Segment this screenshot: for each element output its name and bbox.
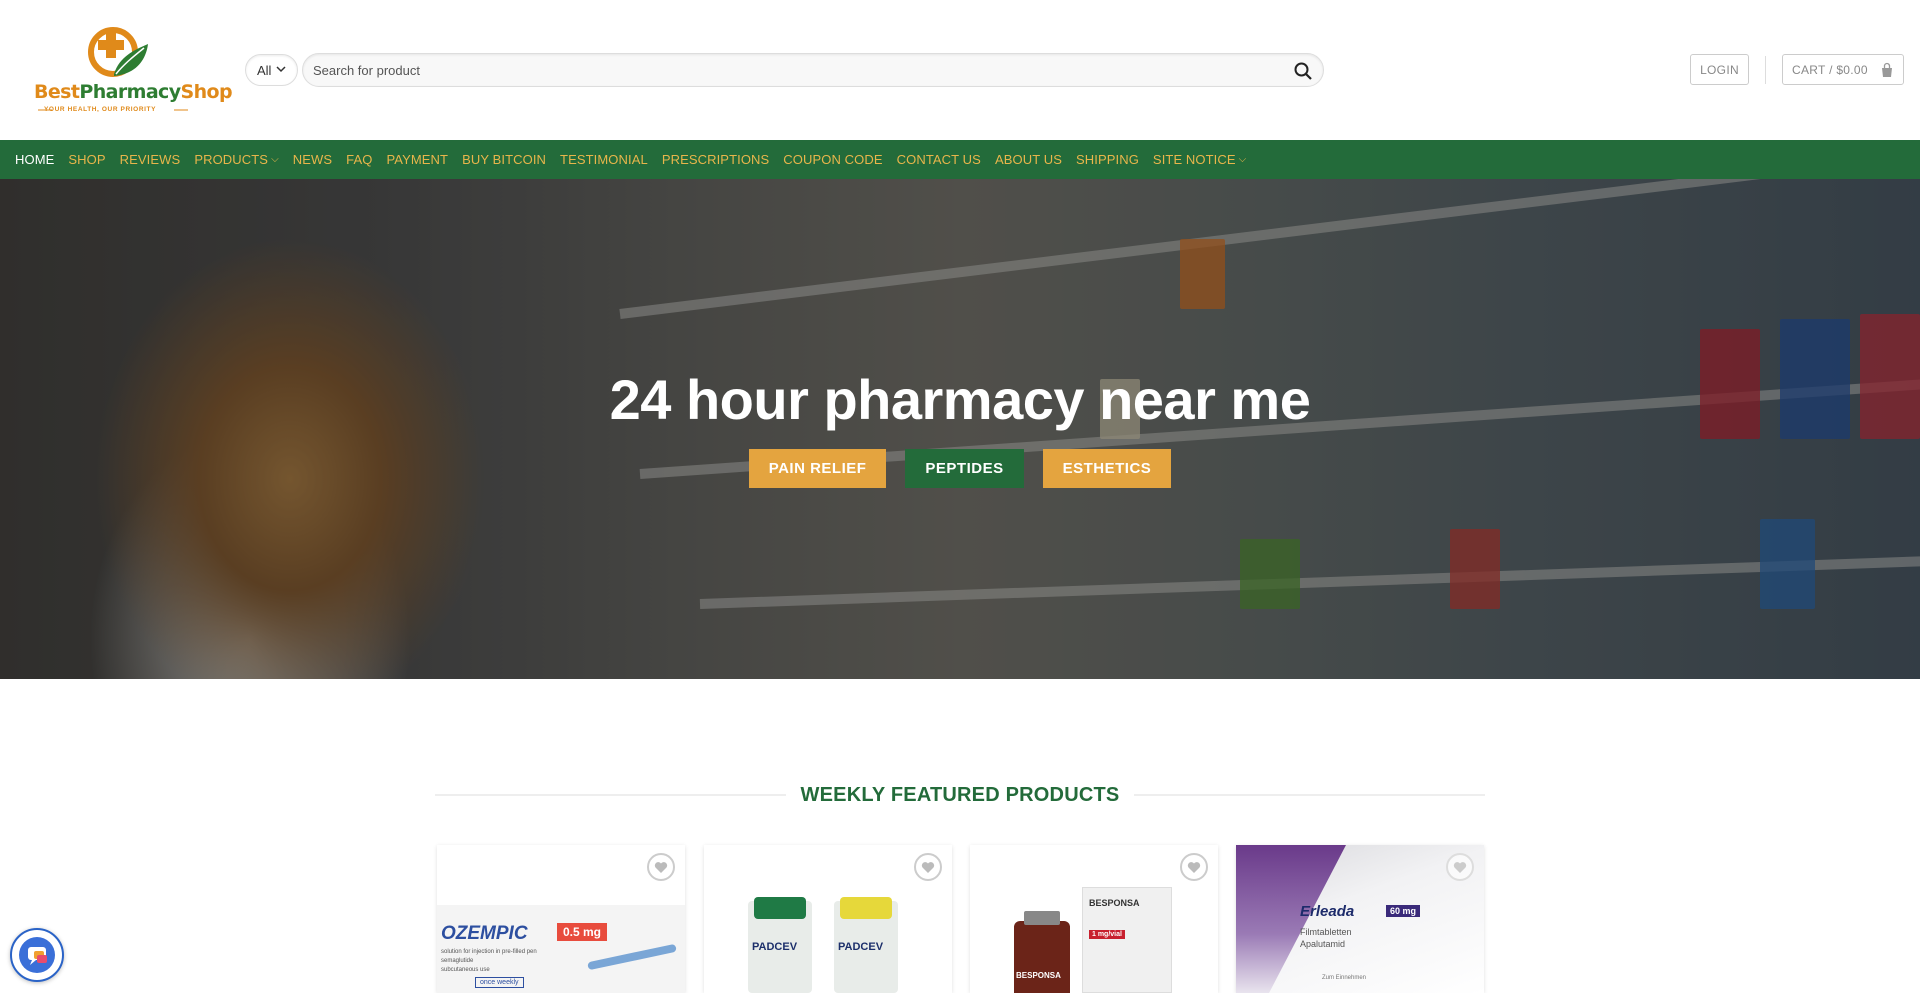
nav-label: ABOUT US [994,152,1062,167]
nav-item-prescriptions[interactable]: PRESCRIPTIONS [662,152,769,167]
search-input[interactable] [313,54,1273,86]
chevron-down-icon [276,66,286,73]
product-image: OZEMPIC 0.5 mg solution for injection in… [437,905,685,993]
nav-item-reviews[interactable]: REVIEWS [120,152,181,167]
product-text: once weekly [475,977,524,988]
vial-image: PADCEV [748,897,812,993]
product-card[interactable]: OZEMPIC 0.5 mg solution for injection in… [437,845,685,993]
product-dose: 1 mg/vial [1089,930,1125,939]
product-text: Apalutamid [1300,939,1346,949]
peptides-button[interactable]: PEPTIDES [905,449,1024,488]
nav-label: SITE NOTICE [1152,152,1236,167]
nav-label: HOME [15,152,55,167]
pen-decoration [587,943,677,971]
cart-label: CART / $0.00 [1792,62,1868,77]
logo-word-best: Best [34,81,80,103]
divider-line [1134,794,1485,796]
vial-cap [754,897,806,919]
wishlist-heart-icon[interactable] [1180,853,1208,881]
logo-wordmark: BestPharmacyShop [34,81,233,103]
nav-item-about-us[interactable]: ABOUT US [995,152,1062,167]
vial-cap [1024,911,1060,925]
nav-label: REVIEWS [119,152,181,167]
nav-item-testimonial[interactable]: TESTIMONIAL [560,152,648,167]
nav-item-home[interactable]: HOME [15,152,54,167]
wishlist-heart-icon[interactable] [1446,853,1474,881]
hero-title: 24 hour pharmacy near me [609,368,1311,431]
product-card[interactable]: BESPONSA BESPONSA 1 mg/vial [970,845,1218,993]
chat-bubble-icon [19,937,55,973]
product-box-image: BESPONSA 1 mg/vial [1082,887,1172,993]
nav-item-coupon-code[interactable]: COUPON CODE [783,152,882,167]
nav-label: CONTACT US [896,152,981,167]
hero-banner: 24 hour pharmacy near me PAIN RELIEF PEP… [0,179,1920,679]
product-card[interactable]: Erleada 60 mg Filmtabletten Apalutamid Z… [1236,845,1484,993]
nav-item-payment[interactable]: PAYMENT [386,152,448,167]
nav-item-site-notice[interactable]: SITE NOTICE ⌵ [1153,152,1246,167]
cart-button[interactable]: CART / $0.00 [1782,54,1904,85]
nav-item-products[interactable]: PRODUCTS ⌵ [194,152,278,167]
nav-item-shop[interactable]: SHOP [68,152,105,167]
featured-section-title: WEEKLY FEATURED PRODUCTS [435,780,1485,810]
nav-label: FAQ [346,152,373,167]
product-text: Zum Einnehmen [1322,975,1367,981]
vial-image: BESPONSA [1014,911,1070,993]
logo-tagline: YOUR HEALTH, OUR PRIORITY [44,106,157,113]
product-dose: 60 mg [1386,905,1421,917]
hero-button-group: PAIN RELIEF PEPTIDES ESTHETICS [0,449,1920,488]
product-brand: OZEMPIC [441,923,528,944]
featured-heading: WEEKLY FEATURED PRODUCTS [800,783,1120,806]
site-header: BestPharmacyShop YOUR HEALTH, OUR PRIORI… [0,0,1920,139]
nav-label: PRESCRIPTIONS [661,152,770,167]
product-brand: Erleada [1300,903,1355,920]
chevron-down-icon: ⌵ [1238,154,1247,165]
nav-label: TESTIMONIAL [560,152,648,167]
product-card[interactable]: PADCEV PADCEV [704,845,952,993]
nav-item-news[interactable]: NEWS [293,152,332,167]
product-text: Filmtabletten [1300,927,1352,937]
main-nav: HOME SHOP REVIEWS PRODUCTS ⌵ NEWS FAQ PAY… [0,140,1920,179]
nav-label: PAYMENT [386,152,449,167]
product-brand: BESPONSA [1089,898,1140,908]
login-button[interactable]: LOGIN [1690,54,1749,85]
chevron-down-icon: ⌵ [271,154,279,165]
search-category-value: All [257,62,272,78]
nav-item-buy-bitcoin[interactable]: BUY BITCOIN [462,152,546,167]
logo-word-pharmacy: Pharmacy [79,81,181,103]
nav-item-contact-us[interactable]: CONTACT US [897,152,981,167]
divider-line [435,794,786,796]
nav-label: COUPON CODE [783,152,883,167]
shopping-bag-icon [1882,62,1892,77]
nav-item-shipping[interactable]: SHIPPING [1076,152,1139,167]
chat-widget-button[interactable] [10,928,64,982]
vial-image: PADCEV [834,897,898,993]
vial-cap [840,897,892,919]
nav-item-faq[interactable]: FAQ [346,152,372,167]
search-category-select[interactable]: All [245,54,298,86]
header-divider [1765,56,1766,84]
nav-label: PRODUCTS [194,152,269,167]
nav-label: SHOP [68,152,106,167]
pain-relief-button[interactable]: PAIN RELIEF [748,449,887,488]
search-bar [302,53,1324,87]
esthetics-button[interactable]: ESTHETICS [1042,449,1172,488]
product-text: solution for injection in pre-filled pen [441,949,537,955]
search-icon[interactable] [1293,61,1313,81]
wishlist-heart-icon[interactable] [914,853,942,881]
product-brand: BESPONSA [1016,971,1061,980]
site-logo[interactable]: BestPharmacyShop YOUR HEALTH, OUR PRIORI… [14,14,233,130]
wishlist-heart-icon[interactable] [647,853,675,881]
product-dose: 0.5 mg [557,923,608,941]
nav-label: NEWS [292,152,333,167]
nav-label: BUY BITCOIN [462,152,547,167]
logo-word-shop: Shop [180,81,233,103]
product-brand: PADCEV [838,941,884,953]
product-text: subcutaneous use [441,967,490,973]
nav-label: SHIPPING [1075,152,1139,167]
product-text: semaglutide [441,958,474,964]
product-brand: PADCEV [752,941,798,953]
